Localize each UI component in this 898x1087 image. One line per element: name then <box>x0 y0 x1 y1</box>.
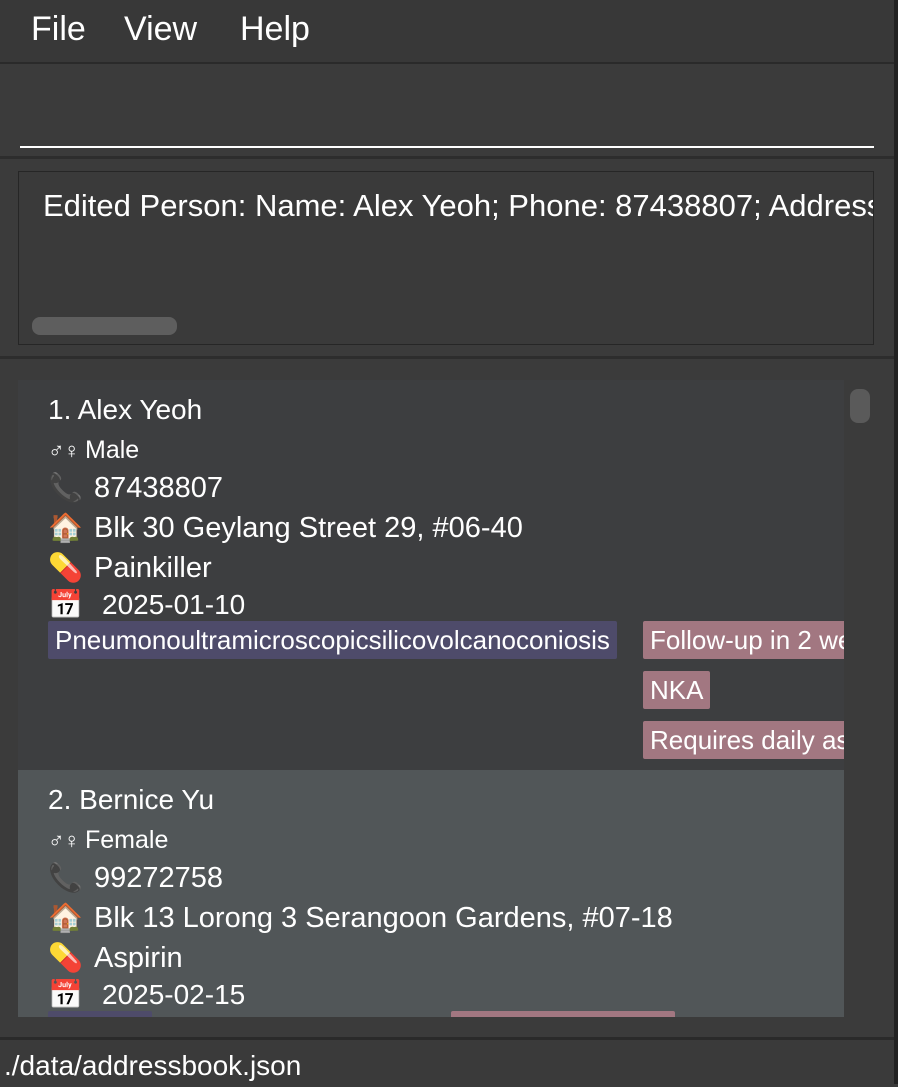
note-tag: Follow-up in 2 weeks <box>643 621 844 659</box>
calendar-icon: 📅 <box>48 979 83 1010</box>
person-name-row: 1. Alex Yeoh <box>48 394 202 426</box>
person-name: Alex Yeoh <box>77 394 203 425</box>
gender-icon: ♂♀ <box>48 828 80 853</box>
command-input[interactable] <box>20 84 874 148</box>
menu-bar: File View Help <box>0 0 894 64</box>
person-name: Bernice Yu <box>79 784 215 815</box>
phone-row: 📞 99272758 <box>48 861 223 895</box>
pill-icon: 💊 <box>48 552 83 583</box>
menu-view[interactable]: View <box>124 10 197 49</box>
medication-row: 💊 Aspirin <box>48 941 183 975</box>
person-name-row: 2. Bernice Yu <box>48 784 214 816</box>
date-row: 📅 2025-01-10 <box>48 588 245 621</box>
result-display-area: Edited Person: Name: Alex Yeoh; Phone: 8… <box>0 159 894 359</box>
condition-tag <box>48 1011 152 1017</box>
window-edge <box>894 0 898 1084</box>
date-value: 2025-01-10 <box>102 589 246 620</box>
address-row: 🏠 Blk 30 Geylang Street 29, #06-40 <box>48 511 523 545</box>
phone-row: 📞 87438807 <box>48 471 223 505</box>
person-list-panel: 1. Alex Yeoh ♂♀ Male 📞 87438807 🏠 Blk 30 Ge… <box>0 359 894 1037</box>
person-list[interactable]: 1. Alex Yeoh ♂♀ Male 📞 87438807 🏠 Blk 30 Ge… <box>18 380 844 1017</box>
phone-icon: 📞 <box>48 472 83 503</box>
note-tag <box>451 1011 675 1017</box>
house-icon: 🏠 <box>48 902 83 933</box>
result-display[interactable]: Edited Person: Name: Alex Yeoh; Phone: 8… <box>18 171 874 345</box>
horizontal-scrollbar[interactable] <box>32 317 177 335</box>
command-box-area <box>0 64 894 159</box>
save-location: ./data/addressbook.json <box>4 1050 302 1081</box>
vertical-scrollbar[interactable] <box>850 389 870 423</box>
house-icon: 🏠 <box>48 512 83 543</box>
phone-value: 87438807 <box>94 472 224 504</box>
note-tag: NKA <box>643 671 711 709</box>
date-row: 📅 2025-02-15 <box>48 978 245 1011</box>
address-value: Blk 13 Lorong 3 Serangoon Gardens, #07-1… <box>94 902 673 934</box>
person-index: 1. <box>48 394 72 425</box>
result-text: Edited Person: Name: Alex Yeoh; Phone: 8… <box>43 188 873 223</box>
phone-icon: 📞 <box>48 862 83 893</box>
condition-tag: Pneumonoultramicroscopicsilicovolcanocon… <box>48 621 617 659</box>
person-card[interactable]: 2. Bernice Yu ♂♀ Female 📞 99272758 🏠 Blk 13… <box>18 770 844 1017</box>
medication-value: Painkiller <box>94 552 212 584</box>
address-row: 🏠 Blk 13 Lorong 3 Serangoon Gardens, #07-… <box>48 901 673 935</box>
pill-icon: 💊 <box>48 942 83 973</box>
date-value: 2025-02-15 <box>102 979 246 1010</box>
status-bar: ./data/addressbook.json <box>0 1037 894 1087</box>
gender-value: Male <box>85 436 140 464</box>
medication-row: 💊 Painkiller <box>48 551 212 585</box>
gender-value: Female <box>85 826 169 854</box>
menu-file[interactable]: File <box>31 10 86 49</box>
note-tag: Requires daily assistance <box>643 721 844 759</box>
person-index: 2. <box>48 784 72 815</box>
calendar-icon: 📅 <box>48 589 83 620</box>
phone-value: 99272758 <box>94 862 224 894</box>
person-card[interactable]: 1. Alex Yeoh ♂♀ Male 📞 87438807 🏠 Blk 30 Ge… <box>18 380 844 770</box>
address-value: Blk 30 Geylang Street 29, #06-40 <box>94 512 523 544</box>
gender-icon: ♂♀ <box>48 438 80 463</box>
gender-row: ♂♀ Female <box>48 826 168 855</box>
medication-value: Aspirin <box>94 942 183 974</box>
gender-row: ♂♀ Male <box>48 436 139 465</box>
menu-help[interactable]: Help <box>240 10 310 49</box>
